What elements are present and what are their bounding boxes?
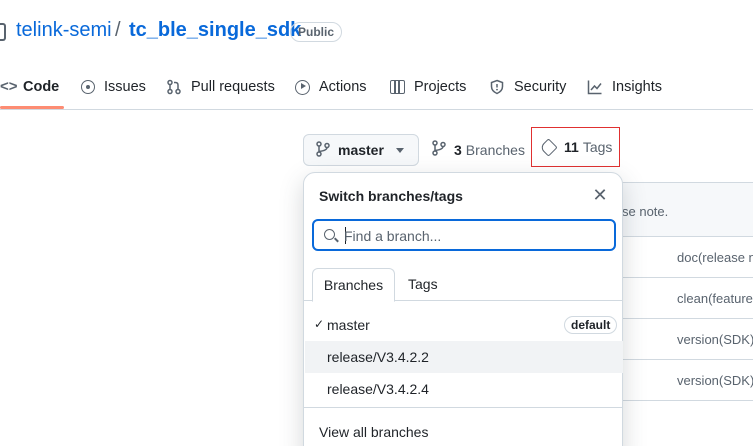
chevron-down-icon (395, 147, 404, 153)
active-tab-underline (0, 106, 64, 109)
tab-security[interactable]: Security (489, 68, 566, 106)
branch-item-release-v3-4-2-4[interactable]: release/V3.4.2.4 (305, 373, 623, 405)
tab-tags[interactable]: Tags (408, 268, 438, 301)
commit-message[interactable]: clean(feature (677, 291, 753, 306)
tags-link[interactable]: 11 Tags (531, 127, 620, 167)
tab-insights[interactable]: Insights (587, 68, 662, 106)
dropdown-footer: View all branches (304, 407, 622, 446)
check-icon: ✓ (314, 317, 325, 331)
dropdown-title: Switch branches/tags (319, 188, 463, 204)
tab-actions[interactable]: Actions (295, 68, 367, 106)
view-all-branches-link[interactable]: View all branches (319, 424, 428, 440)
branch-dropdown: Switch branches/tags ✕ Branches Tags ✓ m… (303, 172, 623, 446)
graph-icon (587, 79, 603, 95)
tab-code-label: Code (23, 79, 60, 95)
commit-message[interactable]: version(SDK) (677, 332, 753, 347)
branch-item-label: release/V3.4.2.2 (327, 349, 429, 365)
branch-item-label: master (327, 317, 370, 333)
branch-item-master[interactable]: ✓ master default (305, 309, 623, 341)
repo-icon (0, 23, 6, 41)
branch-icon (432, 140, 446, 159)
latest-commit-message[interactable]: se note. (622, 204, 668, 219)
tags-label: Tags (582, 139, 613, 155)
tab-insights-label: Insights (612, 79, 662, 95)
branch-item-label: release/V3.4.2.4 (327, 381, 429, 397)
tab-issues[interactable]: Issues (81, 68, 146, 106)
default-badge: default (564, 316, 618, 334)
dropdown-tabs: Branches Tags (304, 268, 622, 302)
tag-icon (539, 137, 558, 157)
branches-link[interactable]: 3 Branches (432, 140, 525, 159)
branch-select-label: master (338, 142, 384, 158)
repo-nav: <> Code Issues Pull requests Actions Pro… (0, 68, 753, 110)
close-icon[interactable]: ✕ (590, 185, 610, 205)
play-icon (295, 79, 310, 95)
issue-icon (81, 80, 95, 94)
search-icon (324, 229, 335, 240)
branches-label: Branches (465, 141, 525, 158)
tab-issues-label: Issues (104, 79, 146, 95)
code-icon: <> (0, 78, 18, 95)
repo-name-link[interactable]: tc_ble_single_sdk (129, 19, 301, 42)
branches-count: 3 (454, 141, 462, 158)
repo-owner-link[interactable]: telink-semi (16, 19, 112, 42)
commit-message[interactable]: doc(release n (677, 250, 753, 265)
repo-path-separator: / (115, 19, 121, 41)
branch-item-release-v3-4-2-2[interactable]: release/V3.4.2.2 (305, 341, 623, 373)
tags-count: 11 (564, 139, 579, 155)
branch-select-button[interactable]: master (303, 134, 419, 166)
tab-pull-requests-label: Pull requests (191, 79, 275, 95)
branch-icon (316, 140, 330, 160)
shield-icon (489, 79, 505, 95)
tab-security-label: Security (514, 79, 567, 95)
tab-actions-label: Actions (319, 79, 367, 95)
tab-projects-label: Projects (414, 79, 467, 95)
tab-pull-requests[interactable]: Pull requests (166, 68, 275, 106)
branch-search-box[interactable] (312, 219, 616, 251)
tab-code[interactable]: <> Code (0, 68, 59, 106)
table-icon (390, 80, 405, 94)
commit-message[interactable]: version(SDK) (677, 373, 753, 388)
branch-search-input[interactable] (344, 225, 604, 247)
tab-projects[interactable]: Projects (390, 68, 466, 106)
tab-branches[interactable]: Branches (312, 268, 395, 302)
visibility-badge: Public (290, 22, 343, 42)
pull-request-icon (166, 79, 182, 95)
